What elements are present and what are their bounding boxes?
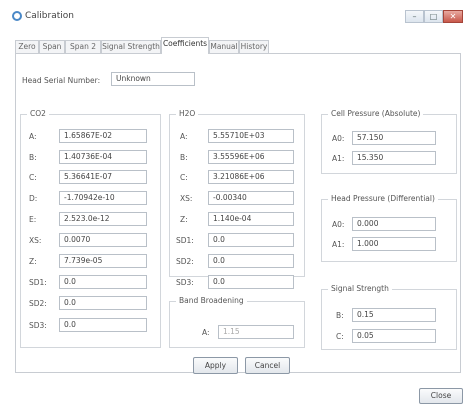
h2o-group-title: H2O <box>176 109 199 118</box>
cancel-button[interactable]: Cancel <box>245 357 290 374</box>
status-bar <box>0 385 468 406</box>
title-bar: Calibration – □ ✕ <box>0 0 468 30</box>
cell-pressure-a0-label: A0: <box>332 134 345 143</box>
tab-history[interactable]: History <box>239 40 269 53</box>
co2-c-label: C: <box>29 173 37 182</box>
head-serial-field[interactable]: Unknown <box>111 72 195 86</box>
h2o-sd1-label: SD1: <box>176 236 194 245</box>
tab-span[interactable]: Span <box>39 40 65 53</box>
co2-e-label: E: <box>29 215 37 224</box>
cell-pressure-a0-field[interactable]: 57.150 <box>352 131 436 145</box>
h2o-c-label: C: <box>180 173 188 182</box>
head-pressure-a1-field[interactable]: 1.000 <box>352 237 436 251</box>
h2o-a-field[interactable]: 5.55710E+03 <box>208 129 294 143</box>
close-button[interactable]: Close <box>419 388 463 404</box>
app-icon <box>12 11 22 21</box>
tab-zero[interactable]: Zero <box>15 40 39 53</box>
h2o-b-field[interactable]: 3.55596E+06 <box>208 150 294 164</box>
co2-xs-field[interactable]: 0.0070 <box>59 233 147 247</box>
h2o-sd1-field[interactable]: 0.0 <box>208 233 294 247</box>
close-window-button[interactable]: ✕ <box>443 10 463 23</box>
coefficients-panel: Head Serial Number: Unknown CO2 A: 1.658… <box>15 53 461 374</box>
h2o-sd2-label: SD2: <box>176 257 194 266</box>
co2-sd3-field[interactable]: 0.0 <box>59 318 147 332</box>
h2o-z-field[interactable]: 1.140e-04 <box>208 212 294 226</box>
co2-b-label: B: <box>29 153 37 162</box>
band-broadening-title: Band Broadening <box>176 296 247 305</box>
h2o-sd3-label: SD3: <box>176 278 194 287</box>
maximize-button[interactable]: □ <box>424 10 443 23</box>
band-broadening-group: Band Broadening A: 1.15 <box>169 296 305 348</box>
signal-strength-group: Signal Strength B: 0.15 C: 0.05 <box>321 284 457 350</box>
h2o-c-field[interactable]: 3.21086E+06 <box>208 170 294 184</box>
h2o-z-label: Z: <box>180 215 188 224</box>
signal-strength-b-label: B: <box>336 311 344 320</box>
head-pressure-diff-group: Head Pressure (Differential) A0: 0.000 A… <box>321 194 457 262</box>
apply-button[interactable]: Apply <box>193 357 238 374</box>
tab-manual[interactable]: Manual <box>209 40 239 53</box>
signal-strength-c-field[interactable]: 0.05 <box>352 329 436 343</box>
head-pressure-a0-label: A0: <box>332 220 345 229</box>
co2-xs-label: XS: <box>29 236 42 245</box>
signal-strength-c-label: C: <box>336 332 344 341</box>
h2o-group: H2O A: 5.55710E+03 B: 3.55596E+06 C: 3.2… <box>169 109 305 289</box>
co2-b-field[interactable]: 1.40736E-04 <box>59 150 147 164</box>
cell-pressure-a1-field[interactable]: 15.350 <box>352 151 436 165</box>
co2-group: CO2 A: 1.65867E-02 B: 1.40736E-04 C: 5.3… <box>20 109 161 348</box>
tab-span-2[interactable]: Span 2 <box>65 40 101 53</box>
co2-sd1-label: SD1: <box>29 278 47 287</box>
tab-signal-strength[interactable]: Signal Strength <box>101 40 161 53</box>
co2-e-field[interactable]: 2.523.0e-12 <box>59 212 147 226</box>
h2o-xs-field[interactable]: -0.00340 <box>208 191 294 205</box>
co2-group-title: CO2 <box>27 109 49 118</box>
co2-d-field[interactable]: -1.70942e-10 <box>59 191 147 205</box>
minimize-button[interactable]: – <box>405 10 424 23</box>
co2-a-label: A: <box>29 132 37 141</box>
h2o-b-label: B: <box>180 153 188 162</box>
head-pressure-a0-field[interactable]: 0.000 <box>352 217 436 231</box>
co2-sd1-field[interactable]: 0.0 <box>59 275 147 289</box>
h2o-xs-label: XS: <box>180 194 193 203</box>
co2-z-field[interactable]: 7.739e-05 <box>59 254 147 268</box>
h2o-sd2-field[interactable]: 0.0 <box>208 254 294 268</box>
h2o-sd3-field[interactable]: 0.0 <box>208 275 294 289</box>
co2-a-field[interactable]: 1.65867E-02 <box>59 129 147 143</box>
signal-strength-title: Signal Strength <box>328 284 392 293</box>
tab-coefficients[interactable]: Coefficients <box>161 37 209 54</box>
co2-sd3-label: SD3: <box>29 321 47 330</box>
co2-z-label: Z: <box>29 257 37 266</box>
band-broadening-a-label: A: <box>202 328 210 337</box>
cell-pressure-a1-label: A1: <box>332 154 345 163</box>
window-title: Calibration <box>25 11 74 21</box>
h2o-a-label: A: <box>180 132 188 141</box>
head-pressure-a1-label: A1: <box>332 240 345 249</box>
co2-sd2-field[interactable]: 0.0 <box>59 296 147 310</box>
head-serial-label: Head Serial Number: <box>22 76 101 85</box>
head-pressure-diff-title: Head Pressure (Differential) <box>328 194 438 203</box>
co2-c-field[interactable]: 5.36641E-07 <box>59 170 147 184</box>
cell-pressure-abs-title: Cell Pressure (Absolute) <box>328 109 424 118</box>
co2-d-label: D: <box>29 194 38 203</box>
band-broadening-a-field[interactable]: 1.15 <box>218 325 294 339</box>
cell-pressure-abs-group: Cell Pressure (Absolute) A0: 57.150 A1: … <box>321 109 457 174</box>
co2-sd2-label: SD2: <box>29 299 47 308</box>
signal-strength-b-field[interactable]: 0.15 <box>352 308 436 322</box>
